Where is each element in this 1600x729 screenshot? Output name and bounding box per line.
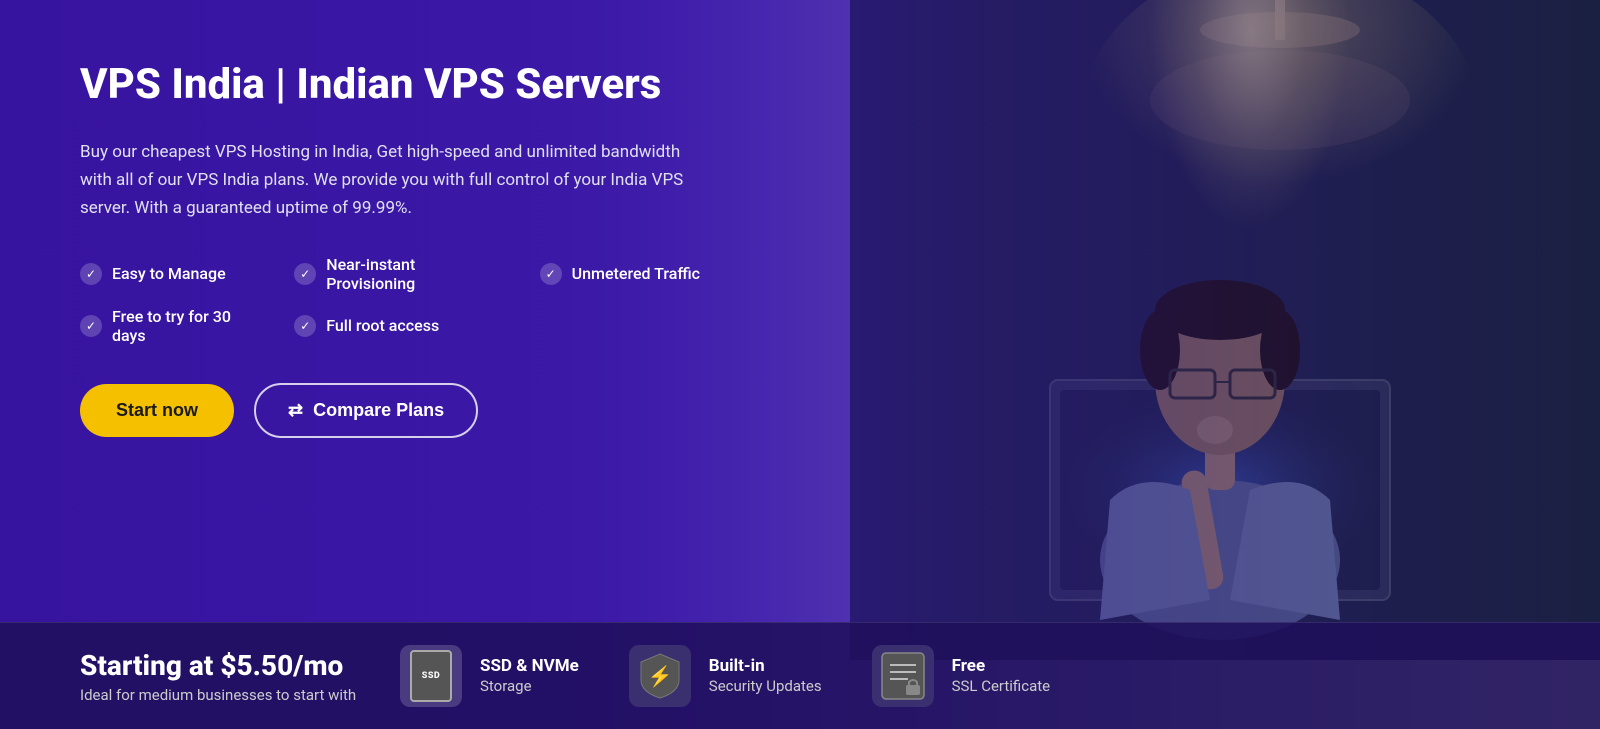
security-shield-icon: ⚡ bbox=[629, 645, 691, 707]
bottom-feature-security: ⚡ Built-in Security Updates bbox=[629, 645, 822, 707]
start-now-button[interactable]: Start now bbox=[80, 384, 234, 437]
ssd-feature-text: SSD & NVMe Storage bbox=[480, 655, 579, 697]
starting-price: Starting at $5.50/mo bbox=[80, 649, 400, 682]
price-subtitle: Ideal for medium businesses to start wit… bbox=[80, 686, 400, 704]
security-subtitle: Security Updates bbox=[709, 677, 822, 697]
check-icon-easy-manage: ✓ bbox=[80, 263, 102, 285]
bottom-bar: Starting at $5.50/mo Ideal for medium bu… bbox=[0, 622, 1600, 729]
ssl-feature-text: Free SSL Certificate bbox=[952, 655, 1051, 697]
cta-buttons: Start now ⇄ Compare Plans bbox=[80, 383, 700, 438]
ssl-subtitle: SSL Certificate bbox=[952, 677, 1051, 697]
compare-plans-button[interactable]: ⇄ Compare Plans bbox=[254, 383, 478, 438]
check-icon-near-instant: ✓ bbox=[294, 263, 316, 285]
feature-root-access: ✓ Full root access bbox=[294, 307, 489, 345]
feature-label-unmetered: Unmetered Traffic bbox=[572, 264, 700, 283]
feature-near-instant: ✓ Near-instant Provisioning bbox=[294, 255, 489, 293]
features-list: ✓ Easy to Manage ✓ Near-instant Provisio… bbox=[80, 255, 700, 345]
feature-free-try: ✓ Free to try for 30 days bbox=[80, 307, 244, 345]
svg-text:⚡: ⚡ bbox=[647, 664, 672, 688]
ssl-certificate-icon bbox=[872, 645, 934, 707]
check-icon-free-try: ✓ bbox=[80, 315, 102, 337]
bottom-feature-ssd: SSD SSD & NVMe Storage bbox=[400, 645, 579, 707]
ssl-title: Free bbox=[952, 655, 1051, 677]
compare-plans-label: Compare Plans bbox=[313, 400, 444, 421]
compare-arrows-icon: ⇄ bbox=[288, 400, 303, 421]
feature-label-easy-manage: Easy to Manage bbox=[112, 264, 226, 283]
bottom-feature-ssl: Free SSL Certificate bbox=[872, 645, 1051, 707]
ssd-subtitle: Storage bbox=[480, 677, 579, 697]
feature-unmetered: ✓ Unmetered Traffic bbox=[540, 255, 700, 293]
feature-label-near-instant: Near-instant Provisioning bbox=[326, 255, 489, 293]
bottom-features-list: SSD SSD & NVMe Storage ⚡ Built-in Sec bbox=[400, 645, 1520, 707]
hero-content: VPS India | Indian VPS Servers Buy our c… bbox=[0, 0, 700, 622]
ssd-title: SSD & NVMe bbox=[480, 655, 579, 677]
security-feature-text: Built-in Security Updates bbox=[709, 655, 822, 697]
bottom-pricing: Starting at $5.50/mo Ideal for medium bu… bbox=[80, 649, 400, 704]
check-icon-root-access: ✓ bbox=[294, 315, 316, 337]
hero-title: VPS India | Indian VPS Servers bbox=[80, 60, 700, 110]
check-icon-unmetered: ✓ bbox=[540, 263, 562, 285]
security-title: Built-in bbox=[709, 655, 822, 677]
feature-label-free-try: Free to try for 30 days bbox=[112, 307, 244, 345]
hero-description: Buy our cheapest VPS Hosting in India, G… bbox=[80, 138, 700, 222]
feature-label-root-access: Full root access bbox=[326, 316, 439, 335]
ssd-icon-label: SSD bbox=[410, 650, 452, 702]
ssd-storage-icon: SSD bbox=[400, 645, 462, 707]
feature-easy-manage: ✓ Easy to Manage bbox=[80, 255, 244, 293]
hero-section: VPS India | Indian VPS Servers Buy our c… bbox=[0, 0, 1600, 729]
